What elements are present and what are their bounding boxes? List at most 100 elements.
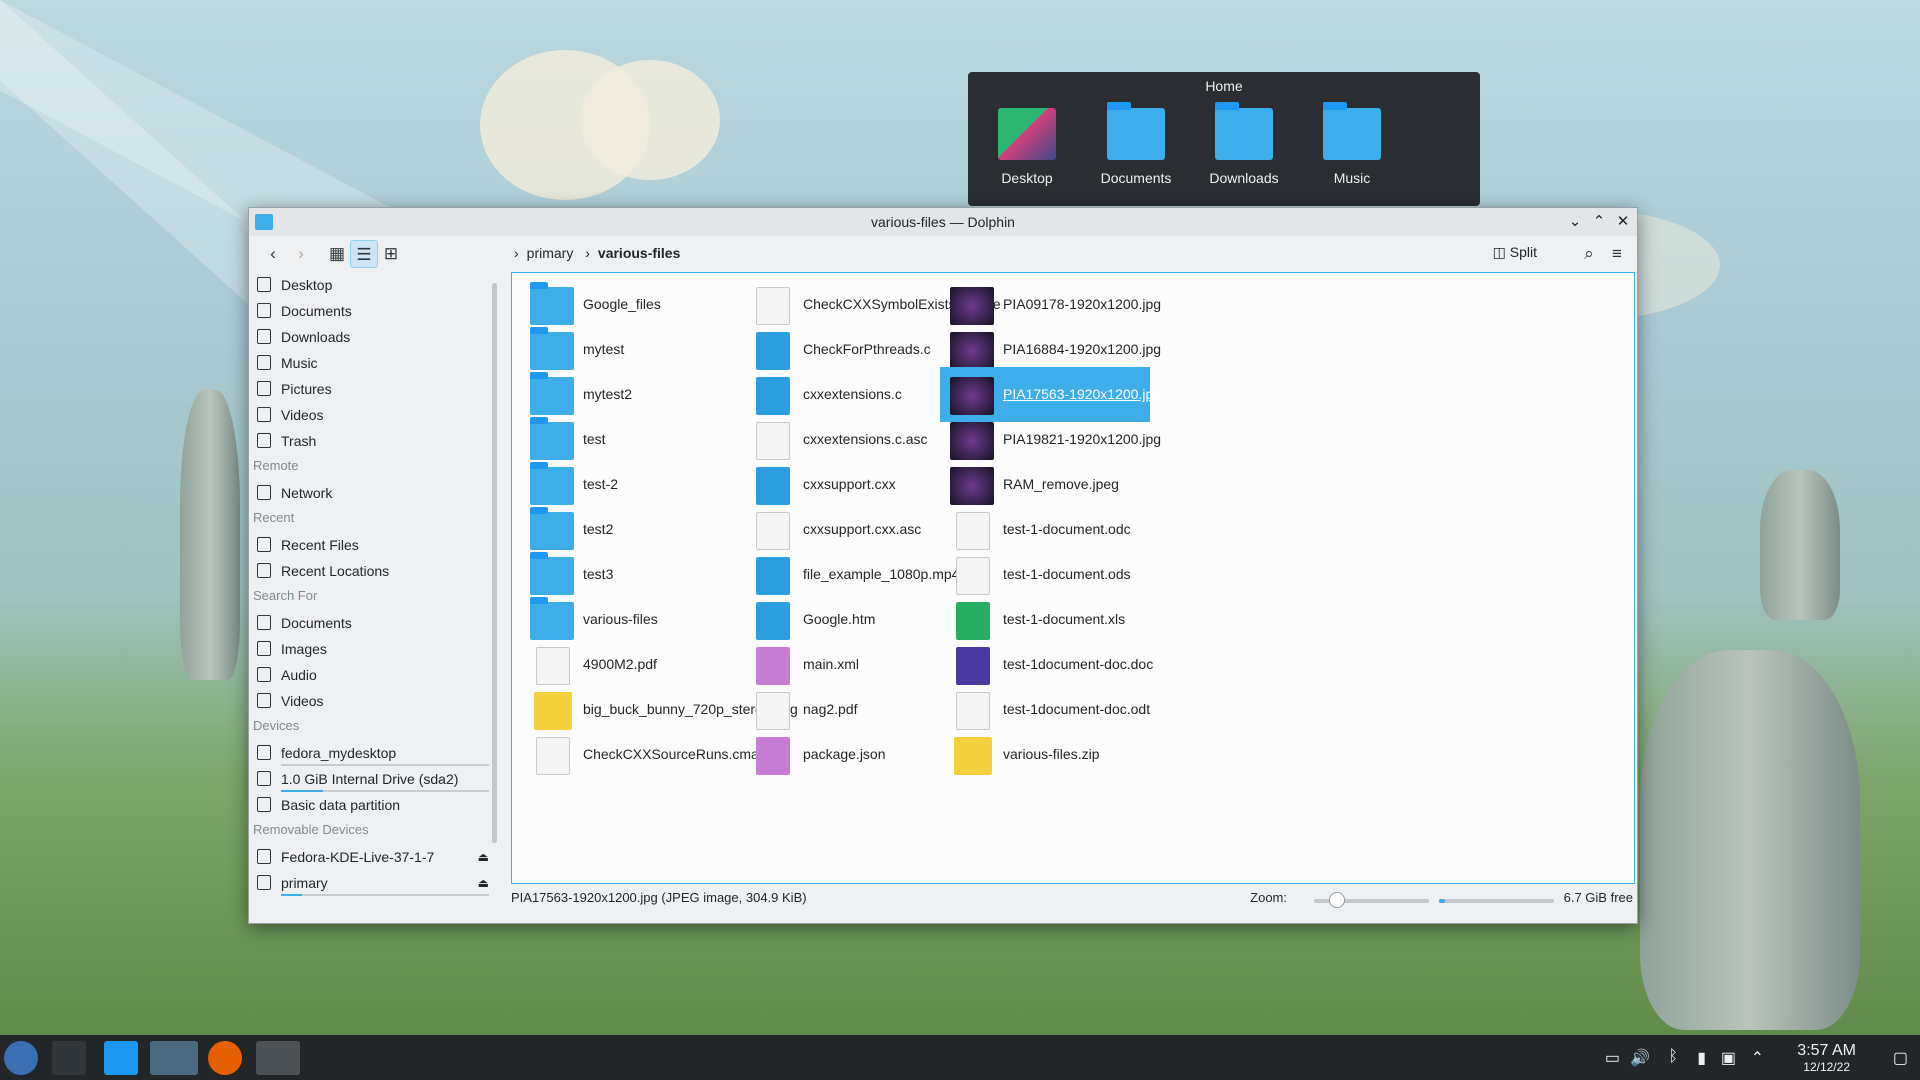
zoom-slider-handle[interactable] bbox=[1329, 892, 1345, 908]
sidebar-item-label: Basic data partition bbox=[281, 797, 401, 813]
sidebar-item-label: Pictures bbox=[281, 381, 332, 397]
tray-expand-icon[interactable]: ⌃ bbox=[1751, 1048, 1764, 1068]
place-icon bbox=[257, 433, 271, 448]
file-name: Google_files bbox=[583, 296, 661, 312]
titlebar[interactable]: various-files — Dolphin ⌄ ⌃ ✕ bbox=[249, 208, 1637, 236]
sidebar-item[interactable]: Videos bbox=[249, 402, 497, 428]
file-icon bbox=[756, 692, 790, 730]
network-icon[interactable]: ▣ bbox=[1721, 1048, 1736, 1068]
breadcrumb-primary[interactable]: primary bbox=[527, 245, 574, 261]
details-view-button[interactable]: ⊞ bbox=[377, 240, 405, 268]
place-icon bbox=[257, 797, 271, 812]
folder-icon bbox=[530, 417, 574, 460]
popup-item-label: Downloads bbox=[1209, 170, 1279, 186]
file-icon bbox=[534, 692, 572, 730]
discover-icon[interactable] bbox=[104, 1041, 138, 1075]
popup-item-music[interactable]: Music bbox=[1307, 102, 1397, 186]
breadcrumb-chevron-icon: › bbox=[585, 245, 590, 261]
menu-button[interactable]: ≡ bbox=[1603, 240, 1631, 268]
popup-item-downloads[interactable]: Downloads bbox=[1199, 102, 1289, 186]
app-launcher-icon[interactable] bbox=[4, 1041, 38, 1075]
sidebar-item[interactable]: Recent Files bbox=[249, 532, 497, 558]
file-name: test-2 bbox=[583, 476, 619, 492]
sidebar-item[interactable]: Network bbox=[249, 480, 497, 506]
file-item[interactable]: package.json bbox=[740, 727, 950, 782]
terminal-icon[interactable] bbox=[256, 1041, 300, 1075]
file-icon bbox=[956, 512, 990, 550]
sidebar-item-label: Videos bbox=[281, 407, 324, 423]
sidebar-item-label: Videos bbox=[281, 693, 324, 709]
eject-icon[interactable]: ⏏ bbox=[478, 870, 489, 896]
window-title: various-files — Dolphin bbox=[871, 214, 1015, 230]
file-name: test-1document-doc.odt bbox=[1003, 701, 1151, 717]
search-button[interactable]: ⌕ bbox=[1575, 240, 1603, 268]
popup-title: Home bbox=[1205, 78, 1243, 94]
battery-icon[interactable]: ▮ bbox=[1697, 1048, 1706, 1068]
file-name: mytest2 bbox=[583, 386, 633, 402]
file-name: PIA17563-1920x1200.jpg bbox=[1003, 386, 1162, 402]
file-item[interactable]: CheckCXXSourceRuns.cmake bbox=[520, 727, 774, 782]
sidebar-item[interactable]: primary ⏏ bbox=[249, 870, 497, 896]
sidebar-item[interactable]: Music bbox=[249, 350, 497, 376]
place-icon bbox=[257, 485, 271, 500]
free-space-text: 6.7 GiB free bbox=[1563, 890, 1633, 905]
file-name: PIA19821-1920x1200.jpg bbox=[1003, 431, 1162, 447]
sidebar-item[interactable]: Audio bbox=[249, 662, 497, 688]
dolphin-task-icon[interactable] bbox=[150, 1041, 198, 1075]
file-name: test3 bbox=[583, 566, 614, 582]
volume-icon[interactable]: 🔊 bbox=[1630, 1048, 1650, 1068]
sidebar-item-label: Documents bbox=[281, 303, 352, 319]
file-name: various-files.zip bbox=[1003, 746, 1100, 762]
file-icon bbox=[950, 377, 994, 415]
place-icon bbox=[257, 381, 271, 396]
file-icon bbox=[950, 467, 994, 505]
file-icon bbox=[536, 647, 570, 685]
sidebar-item[interactable]: Documents bbox=[249, 298, 497, 324]
close-button[interactable]: ✕ bbox=[1613, 212, 1633, 232]
file-name: PIA09178-1920x1200.jpg bbox=[1003, 296, 1162, 312]
bluetooth-icon[interactable]: ᛒ bbox=[1668, 1048, 1678, 1066]
sidebar-item[interactable]: Trash bbox=[249, 428, 497, 454]
sidebar-item[interactable]: Images bbox=[249, 636, 497, 662]
settings-icon[interactable] bbox=[52, 1041, 86, 1075]
place-icon bbox=[257, 745, 271, 760]
sidebar-item[interactable]: 1.0 GiB Internal Drive (sda2) bbox=[249, 766, 497, 792]
sidebar-item[interactable]: fedora_mydesktop bbox=[249, 740, 497, 766]
sidebar-item[interactable]: Fedora-KDE-Live-37-1-7 ⏏ bbox=[249, 844, 497, 870]
sidebar-item[interactable]: Documents bbox=[249, 610, 497, 636]
clock-time: 3:57 AM bbox=[1797, 1042, 1856, 1059]
popup-item-desktop[interactable]: Desktop bbox=[982, 108, 1072, 186]
hamburger-icon: ≡ bbox=[1612, 244, 1622, 263]
icons-view-button[interactable]: ▦ bbox=[323, 240, 351, 268]
back-button[interactable]: ‹ bbox=[259, 240, 287, 268]
sidebar-item[interactable]: Recent Locations bbox=[249, 558, 497, 584]
place-icon bbox=[257, 615, 271, 630]
firefox-icon[interactable] bbox=[208, 1041, 242, 1075]
split-button[interactable]: ◫ Split bbox=[1493, 244, 1537, 261]
sidebar-item[interactable]: Basic data partition bbox=[249, 792, 497, 818]
sidebar-item-label: Trash bbox=[281, 433, 317, 449]
file-name: Google.htm bbox=[803, 611, 876, 627]
sidebar-scrollbar[interactable] bbox=[492, 283, 497, 843]
home-folder-popup: Home Desktop Documents Downloads Music bbox=[968, 72, 1480, 206]
breadcrumb-various-files[interactable]: various-files bbox=[598, 245, 680, 261]
forward-icon: › bbox=[298, 244, 304, 263]
sidebar-item[interactable]: Desktop bbox=[249, 272, 497, 298]
eject-icon[interactable]: ⏏ bbox=[478, 844, 489, 870]
show-desktop-icon[interactable]: ▢ bbox=[1893, 1048, 1908, 1068]
sidebar-item[interactable]: Videos bbox=[249, 688, 497, 714]
folder-icon bbox=[530, 507, 574, 550]
minimize-button[interactable]: ⌄ bbox=[1565, 212, 1585, 232]
sidebar-item[interactable]: Pictures bbox=[249, 376, 497, 402]
display-icon[interactable]: ▭ bbox=[1605, 1048, 1620, 1068]
sidebar-item[interactable]: Downloads bbox=[249, 324, 497, 350]
forward-button[interactable]: › bbox=[287, 240, 315, 268]
compact-view-button[interactable]: ☰ bbox=[350, 240, 378, 268]
clock[interactable]: 3:57 AM 12/12/22 bbox=[1797, 1043, 1856, 1075]
file-item[interactable]: various-files.zip bbox=[940, 727, 1150, 782]
breadcrumb: › primary › various-files bbox=[514, 245, 680, 261]
file-view[interactable]: Google_files mytest mytest2 test test-2 test2… bbox=[511, 272, 1635, 884]
maximize-button[interactable]: ⌃ bbox=[1589, 212, 1609, 232]
popup-item-documents[interactable]: Documents bbox=[1091, 102, 1181, 186]
file-icon bbox=[756, 422, 790, 460]
